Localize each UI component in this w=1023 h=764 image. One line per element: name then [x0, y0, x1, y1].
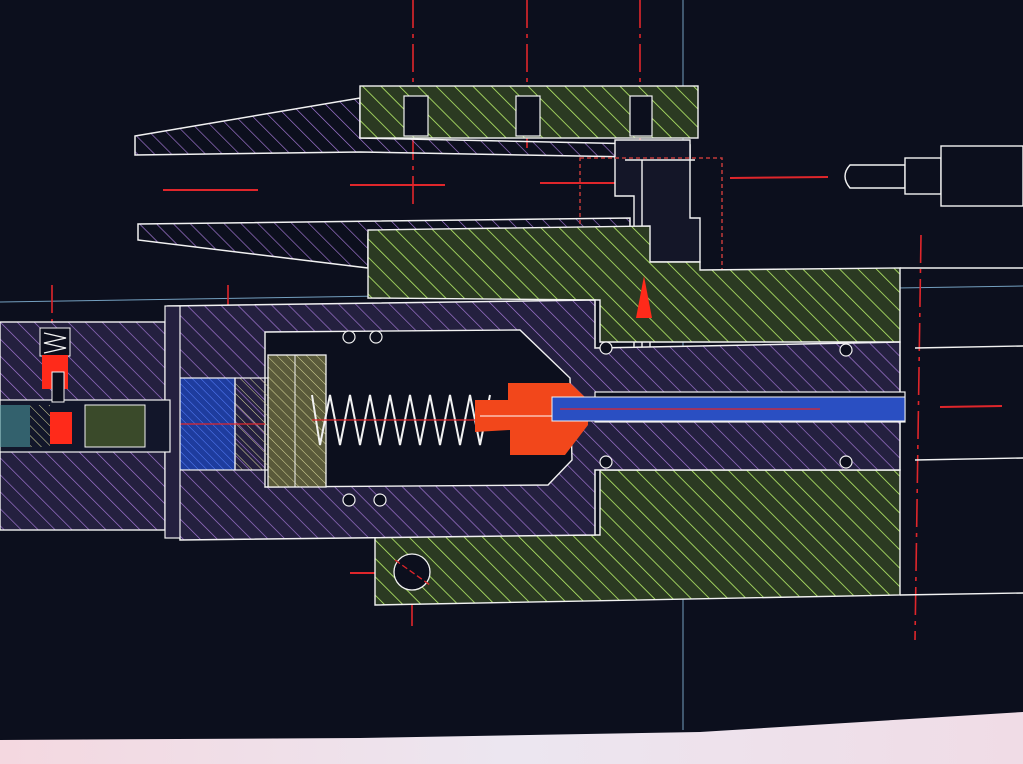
left-adapter[interactable]	[0, 305, 181, 539]
coupling-disc[interactable]	[174, 377, 269, 471]
upper-jaw-block[interactable]	[359, 85, 699, 139]
piston-rod[interactable]	[551, 396, 906, 422]
cad-drawing-viewport[interactable]	[0, 0, 1023, 764]
base-hole	[393, 553, 431, 591]
cad-drawing[interactable]	[0, 0, 1023, 764]
end-cap[interactable]	[267, 354, 327, 488]
